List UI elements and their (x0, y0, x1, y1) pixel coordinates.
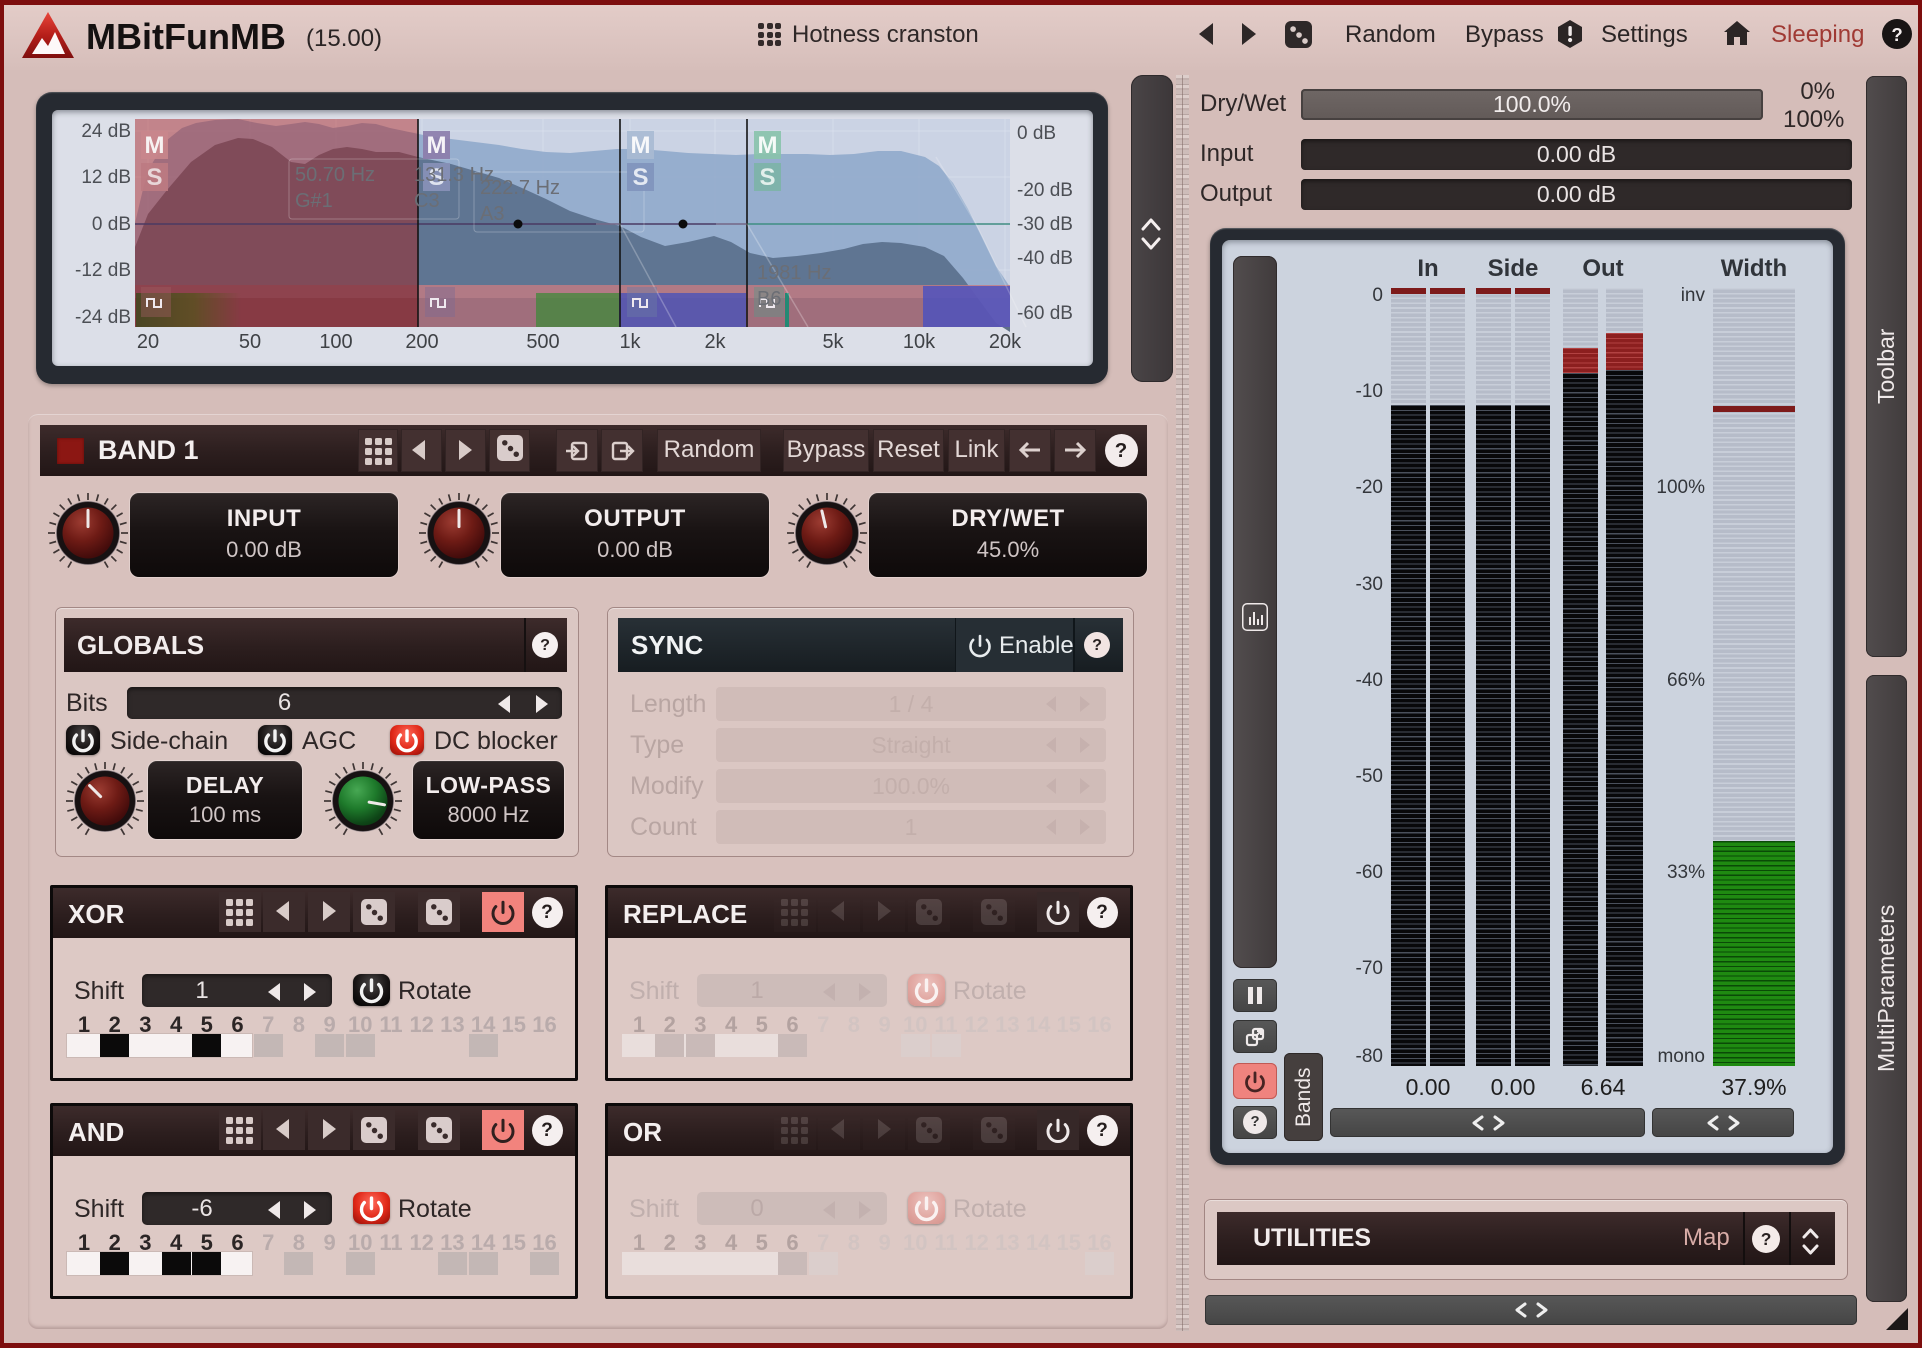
svg-text:B6: B6 (757, 288, 781, 310)
svg-text:S: S (759, 164, 775, 191)
svg-text:20k: 20k (989, 331, 1022, 353)
svg-text:0 dB: 0 dB (1017, 123, 1056, 144)
svg-text:5k: 5k (822, 331, 844, 353)
svg-text:12 dB: 12 dB (81, 167, 131, 188)
svg-text:C3: C3 (414, 190, 440, 212)
svg-text:0 dB: 0 dB (92, 214, 131, 235)
svg-text:1k: 1k (619, 331, 641, 353)
svg-text:-60 dB: -60 dB (1017, 303, 1073, 324)
svg-text:M: M (631, 132, 651, 159)
svg-text:1981 Hz: 1981 Hz (757, 262, 832, 284)
svg-text:M: M (427, 132, 447, 159)
svg-text:G#1: G#1 (295, 190, 333, 212)
svg-text:-30 dB: -30 dB (1017, 214, 1073, 235)
svg-text:500: 500 (526, 331, 559, 353)
svg-text:20: 20 (137, 331, 159, 353)
svg-text:-12 dB: -12 dB (75, 260, 131, 281)
svg-text:50: 50 (239, 331, 261, 353)
svg-text:-20 dB: -20 dB (1017, 180, 1073, 201)
svg-text:100: 100 (319, 331, 352, 353)
svg-text:-24 dB: -24 dB (75, 307, 131, 328)
svg-text:S: S (632, 164, 648, 191)
svg-text:S: S (146, 164, 162, 191)
svg-text:222.7 Hz: 222.7 Hz (480, 177, 560, 199)
svg-text:M: M (145, 132, 165, 159)
svg-text:50.70 Hz: 50.70 Hz (295, 164, 375, 186)
svg-text:24 dB: 24 dB (81, 121, 131, 142)
svg-text:-40 dB: -40 dB (1017, 248, 1073, 269)
svg-text:200: 200 (405, 331, 438, 353)
svg-text:A3: A3 (480, 203, 504, 225)
svg-text:2k: 2k (704, 331, 726, 353)
svg-text:M: M (758, 132, 778, 159)
svg-text:10k: 10k (903, 331, 936, 353)
